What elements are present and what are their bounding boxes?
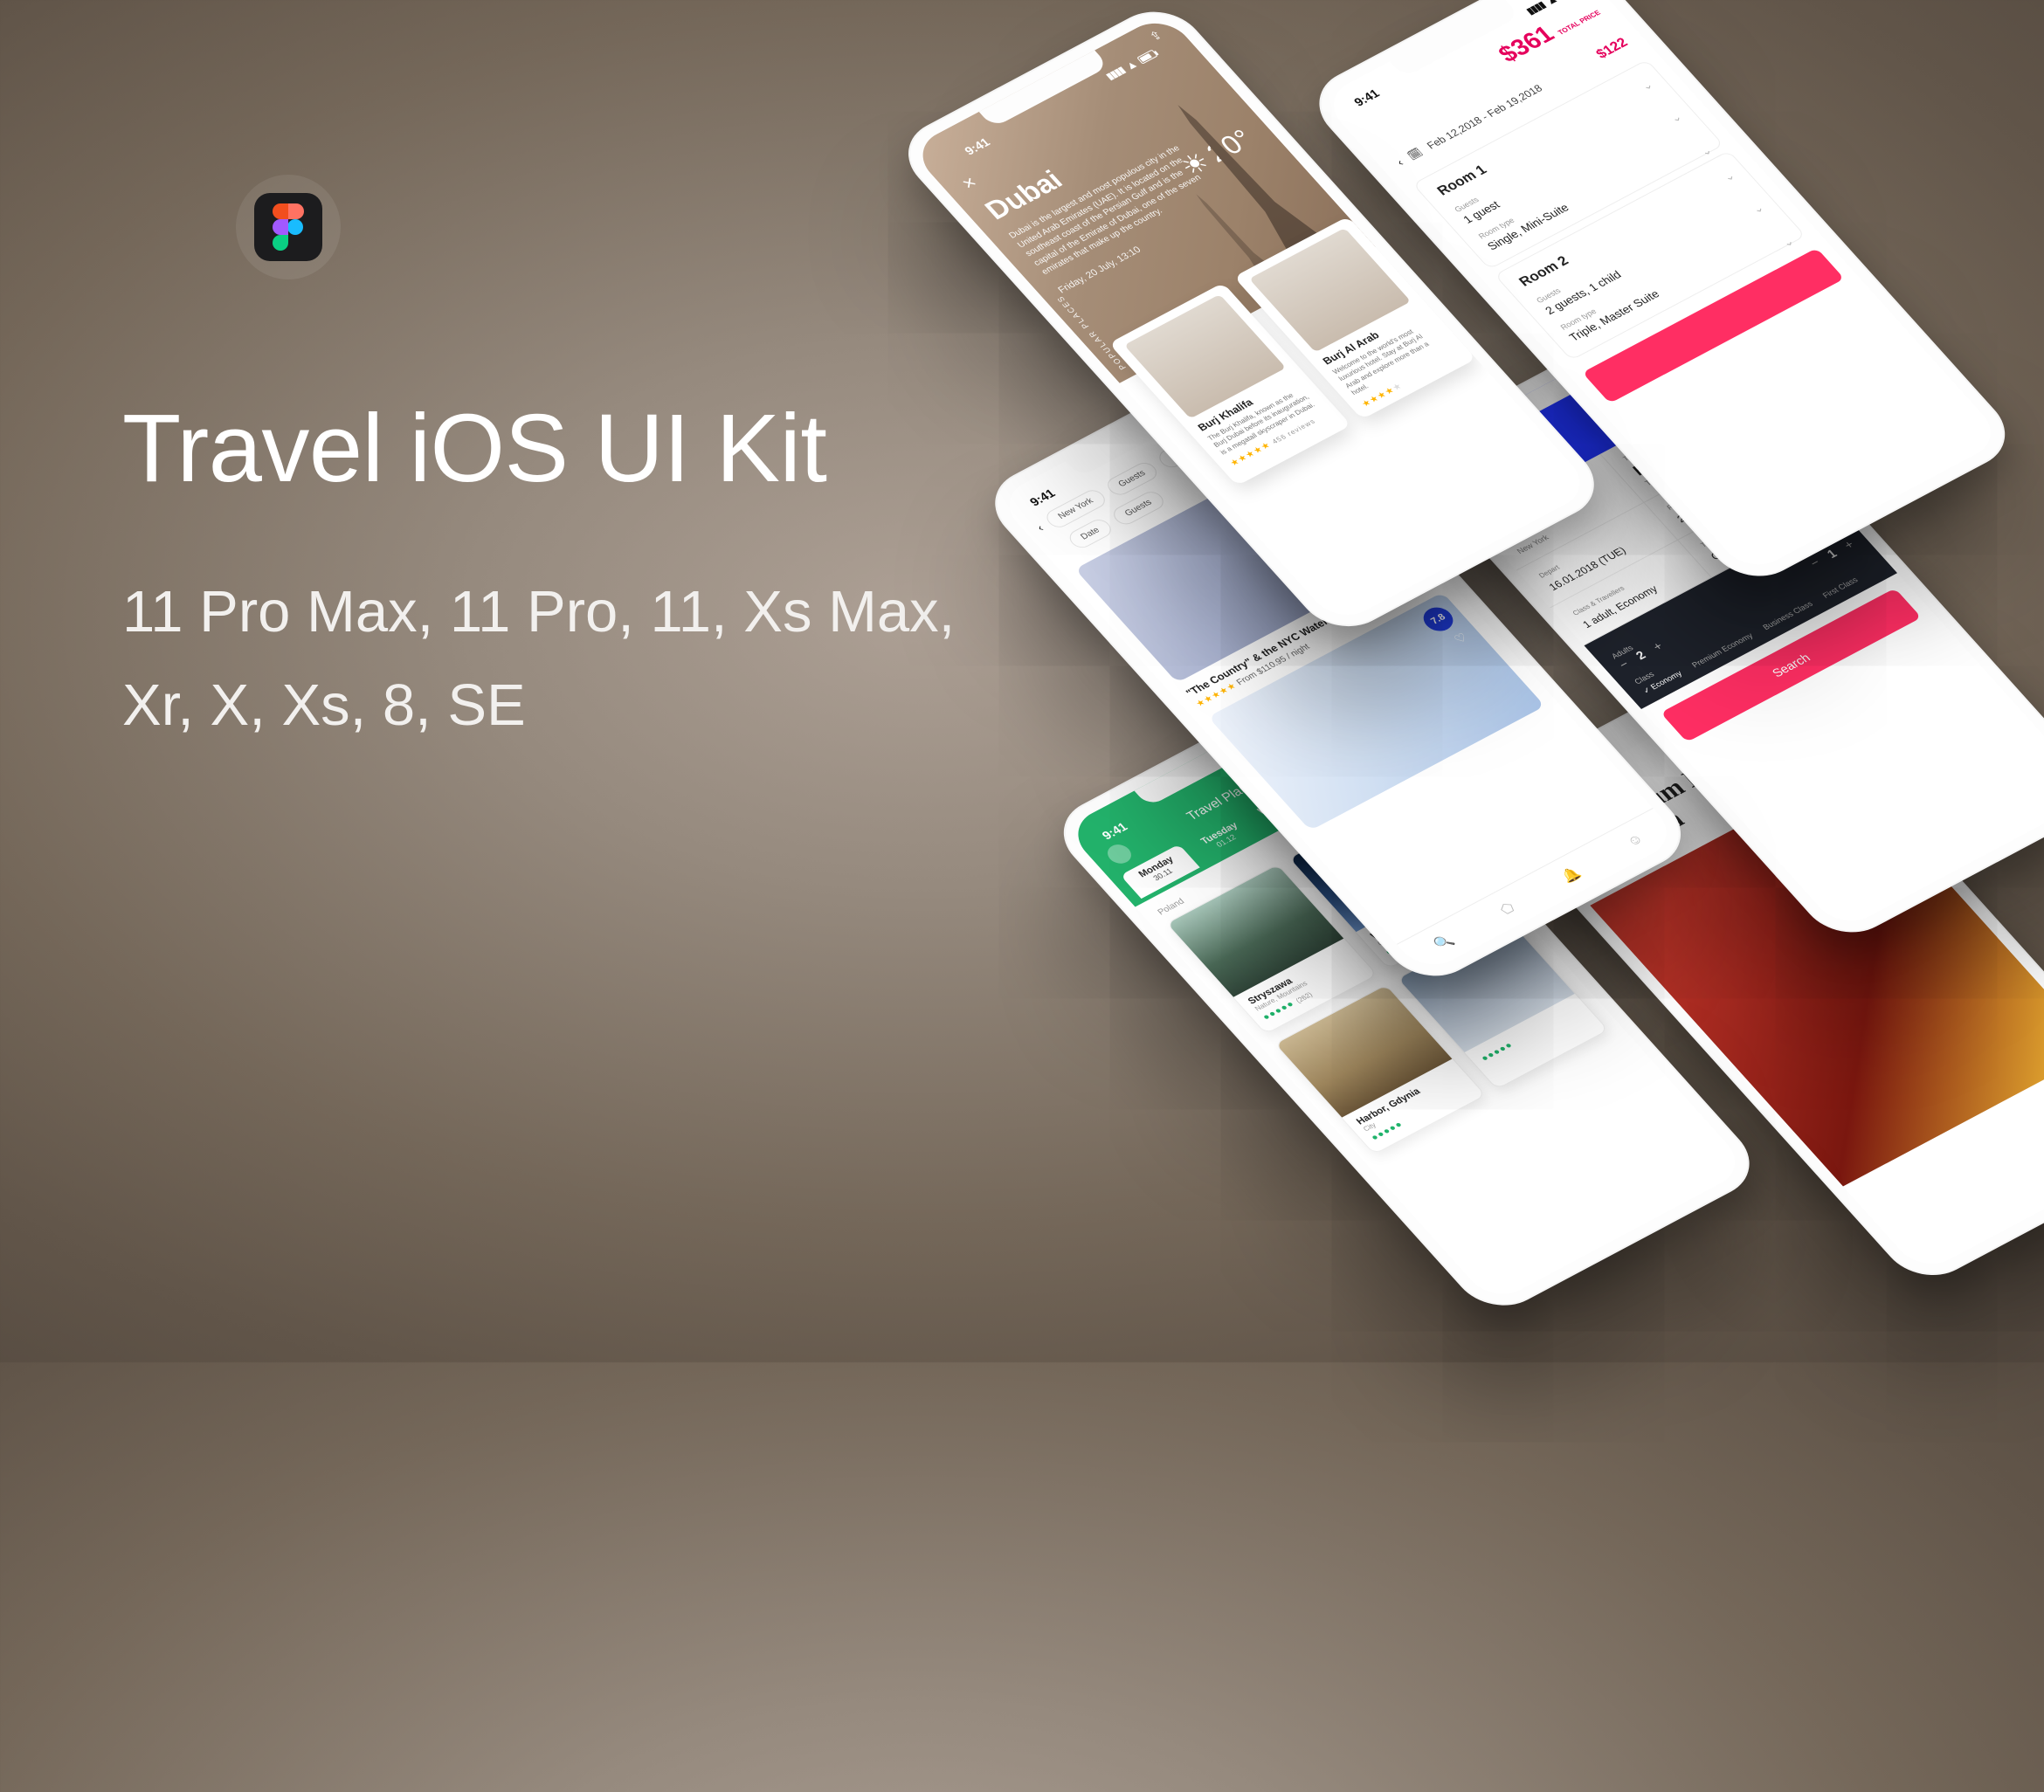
plus-button[interactable]: + — [1840, 537, 1856, 551]
children-count: 1 — [1824, 547, 1840, 561]
minus-button[interactable]: − — [1806, 555, 1822, 569]
rating-dots: ●●●●● — [1479, 1040, 1516, 1064]
nightly-amount: $122 — [1593, 36, 1632, 62]
figma-icon — [254, 193, 322, 261]
signal-icon: ▮▮▮▮ — [1104, 65, 1128, 81]
review-count: (262) — [1295, 991, 1315, 1005]
adults-count: 2 — [1633, 648, 1648, 662]
tab-bell-icon[interactable]: 🔔 — [1557, 864, 1585, 886]
plus-button[interactable]: + — [1649, 639, 1665, 653]
clock: 9:41 — [962, 135, 993, 157]
tab-profile-icon[interactable]: ☺ — [1624, 831, 1647, 850]
minus-button[interactable]: − — [1616, 657, 1632, 671]
chevron-down-icon[interactable]: ⌄ — [1697, 144, 1716, 159]
figma-badge — [236, 175, 341, 279]
tab-home-icon[interactable]: ⬠ — [1495, 899, 1518, 918]
back-icon[interactable]: ‹ — [1393, 156, 1405, 169]
search-label: Search — [1769, 651, 1813, 679]
tab-search-icon[interactable]: 🔍 — [1430, 932, 1457, 954]
chevron-down-icon[interactable]: ⌄ — [1779, 235, 1798, 250]
back-icon[interactable]: ‹ — [1034, 522, 1046, 534]
calendar-icon: 🗓 — [1405, 146, 1425, 162]
avatar[interactable] — [1103, 841, 1136, 867]
total-label: TOTAL PRICE — [1557, 10, 1602, 37]
battery-icon — [1136, 49, 1158, 64]
